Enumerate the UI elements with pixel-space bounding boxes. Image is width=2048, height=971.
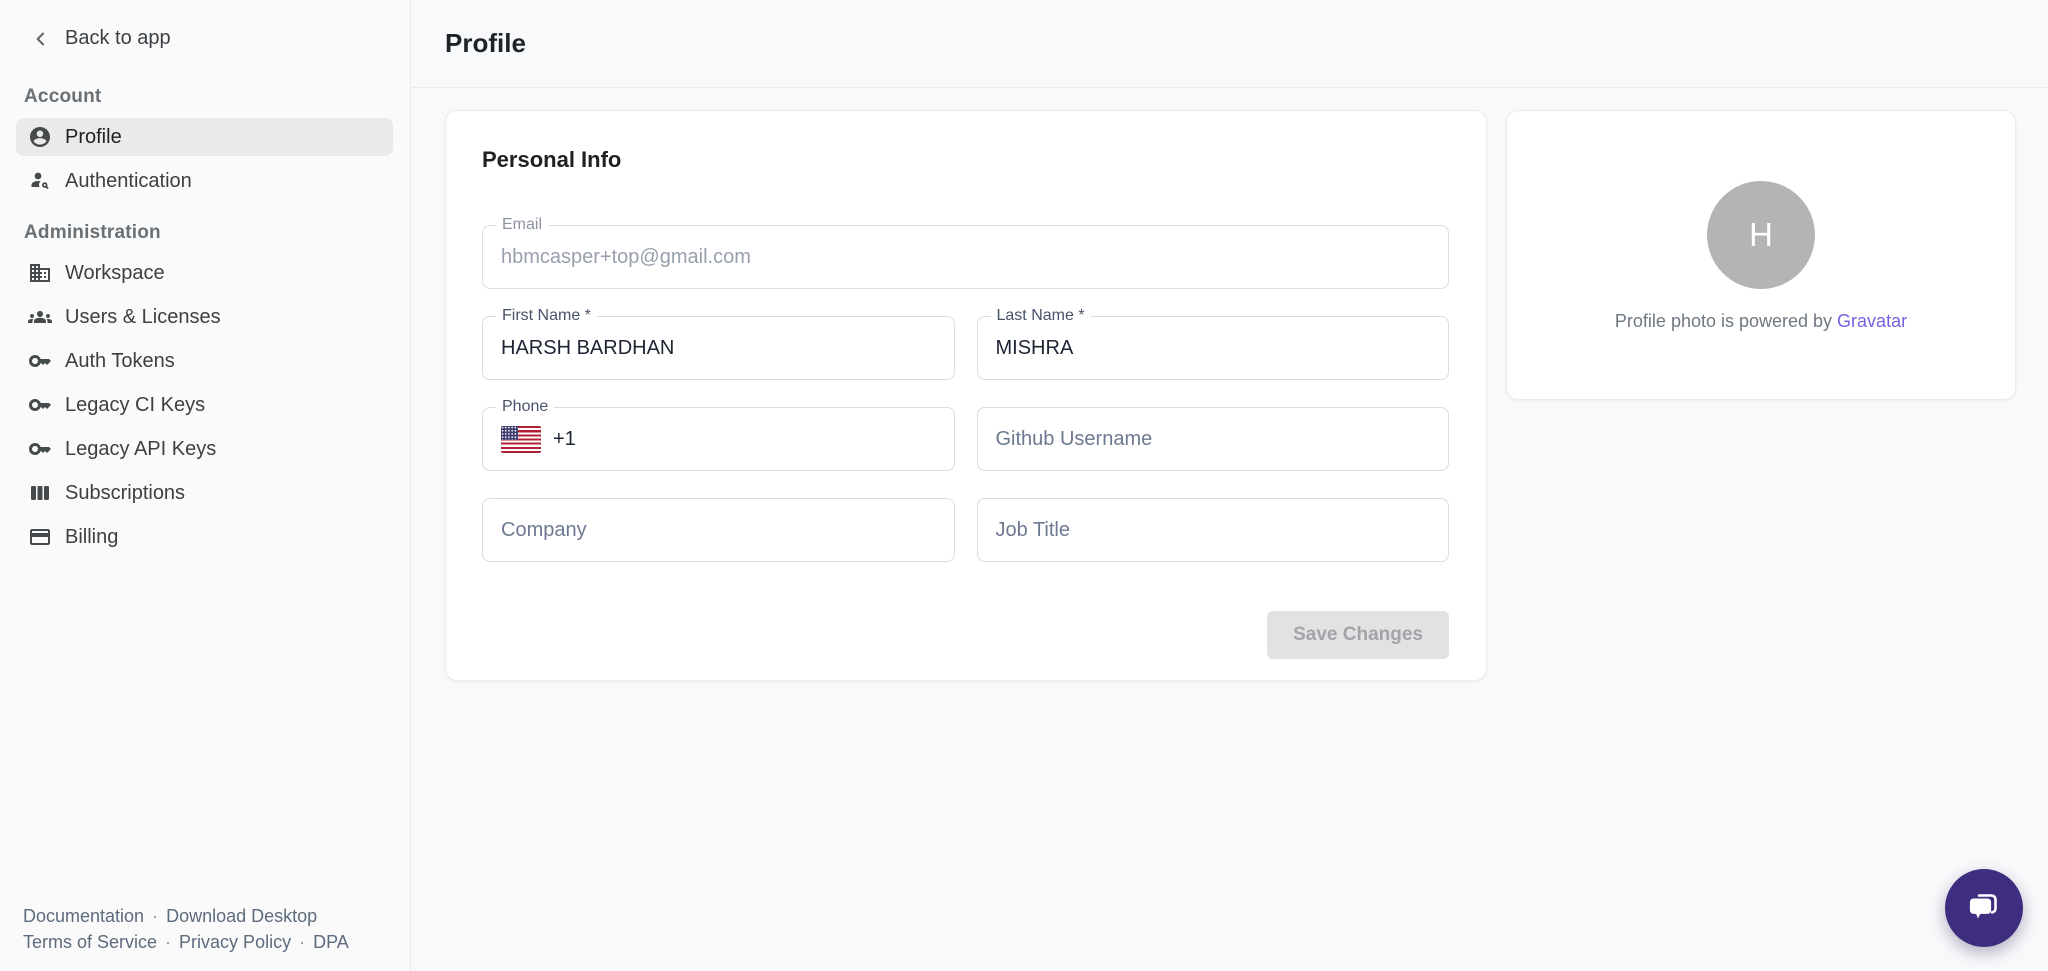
chat-widget-button[interactable]	[1945, 869, 2023, 947]
sidebar-item-authentication[interactable]: Authentication	[16, 162, 393, 200]
sidebar-item-label: Legacy API Keys	[65, 438, 216, 461]
phone-field: Phone +1	[482, 407, 955, 471]
chevron-left-icon	[31, 29, 51, 49]
personal-info-card: Personal Info Email First Name * Last Na…	[445, 110, 1487, 681]
footer-row-2: Terms of Service · Privacy Policy · DPA	[23, 929, 349, 955]
section-label-account: Account	[24, 86, 386, 108]
personal-info-form: Email First Name * Last Name * Phone +1	[482, 225, 1449, 562]
main-area: Profile Personal Info Email First Name *…	[411, 0, 2048, 971]
page-header: Profile	[411, 0, 2048, 88]
sidebar-item-label: Authentication	[65, 170, 192, 193]
sidebar: Back to app Account Profile Authenticati…	[0, 0, 411, 971]
last-name-input[interactable]	[978, 317, 1449, 379]
dial-code: +1	[553, 428, 576, 451]
footer-separator: ·	[152, 906, 158, 926]
company-input[interactable]	[483, 499, 954, 561]
account-circle-icon	[28, 125, 52, 149]
columns-icon	[28, 481, 52, 505]
sidebar-item-label: Profile	[65, 126, 122, 149]
company-field	[482, 498, 955, 562]
sidebar-footer: Documentation · Download Desktop Terms of …	[23, 903, 349, 955]
footer-row-1: Documentation · Download Desktop	[23, 903, 349, 929]
building-icon	[28, 261, 52, 285]
footer-separator: ·	[299, 932, 305, 952]
dpa-link[interactable]: DPA	[313, 932, 349, 952]
privacy-policy-link[interactable]: Privacy Policy	[179, 932, 291, 952]
credit-card-icon	[28, 525, 52, 549]
save-changes-button[interactable]: Save Changes	[1267, 611, 1449, 659]
sidebar-item-label: Legacy CI Keys	[65, 394, 205, 417]
phone-input[interactable]	[576, 408, 954, 470]
sidebar-item-workspace[interactable]: Workspace	[16, 254, 393, 292]
gravatar-caption-text: Profile photo is powered by	[1615, 311, 1832, 331]
sidebar-item-label: Subscriptions	[65, 482, 185, 505]
key-icon	[28, 349, 52, 373]
sidebar-item-label: Users & Licenses	[65, 306, 221, 329]
sidebar-item-label: Auth Tokens	[65, 350, 175, 373]
page-title: Profile	[445, 28, 526, 59]
chat-bubble-icon	[1964, 888, 2004, 928]
gravatar-caption: Profile photo is powered byGravatar	[1615, 311, 1907, 332]
key-icon	[28, 437, 52, 461]
documentation-link[interactable]: Documentation	[23, 906, 144, 926]
last-name-label: Last Name *	[991, 307, 1091, 325]
form-actions: Save Changes	[482, 611, 1449, 659]
content: Personal Info Email First Name * Last Na…	[411, 88, 2048, 681]
groups-icon	[28, 305, 52, 329]
sidebar-item-auth-tokens[interactable]: Auth Tokens	[16, 342, 393, 380]
sidebar-item-label: Workspace	[65, 262, 165, 285]
sidebar-item-profile[interactable]: Profile	[16, 118, 393, 156]
github-username-field	[977, 407, 1450, 471]
section-label-administration: Administration	[24, 222, 386, 244]
sidebar-item-users-licenses[interactable]: Users & Licenses	[16, 298, 393, 336]
first-name-input[interactable]	[483, 317, 954, 379]
avatar: H	[1707, 181, 1815, 289]
sidebar-item-billing[interactable]: Billing	[16, 518, 393, 556]
job-title-input[interactable]	[978, 499, 1449, 561]
terms-of-service-link[interactable]: Terms of Service	[23, 932, 157, 952]
sidebar-item-subscriptions[interactable]: Subscriptions	[16, 474, 393, 512]
gravatar-link[interactable]: Gravatar	[1837, 311, 1907, 331]
back-to-app-label: Back to app	[65, 27, 171, 50]
key-icon	[28, 393, 52, 417]
email-label: Email	[496, 216, 548, 234]
sidebar-item-legacy-api-keys[interactable]: Legacy API Keys	[16, 430, 393, 468]
github-username-input[interactable]	[978, 408, 1449, 470]
sidebar-item-label: Billing	[65, 526, 118, 549]
email-input[interactable]	[483, 226, 1448, 288]
us-flag-icon[interactable]	[501, 426, 541, 453]
footer-separator: ·	[165, 932, 171, 952]
sidebar-item-legacy-ci-keys[interactable]: Legacy CI Keys	[16, 386, 393, 424]
back-to-app-button[interactable]: Back to app	[0, 0, 410, 50]
last-name-field: Last Name *	[977, 316, 1450, 380]
personal-info-title: Personal Info	[482, 147, 1449, 173]
first-name-label: First Name *	[496, 307, 597, 325]
avatar-initial: H	[1749, 216, 1773, 254]
person-key-icon	[28, 169, 52, 193]
job-title-field	[977, 498, 1450, 562]
email-field: Email	[482, 225, 1449, 289]
first-name-field: First Name *	[482, 316, 955, 380]
phone-label: Phone	[496, 398, 554, 416]
gravatar-card: H Profile photo is powered byGravatar	[1506, 110, 2016, 400]
download-desktop-link[interactable]: Download Desktop	[166, 906, 317, 926]
